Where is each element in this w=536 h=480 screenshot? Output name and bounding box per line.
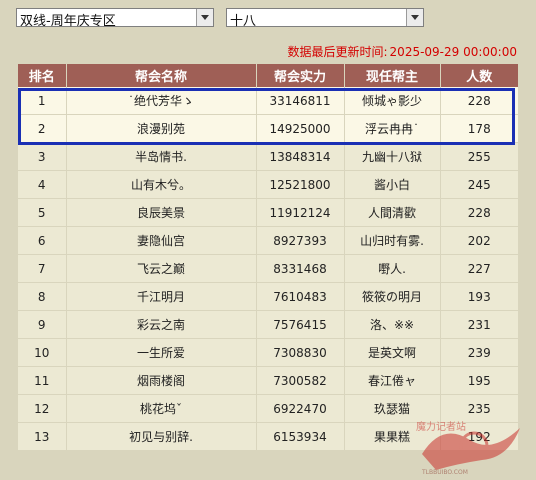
cell-members: 228 <box>440 87 518 115</box>
table-row: 7 飞云之巅 8331468 嘢人. 227 <box>18 254 518 283</box>
cell-rank: 7 <box>18 254 67 283</box>
cell-leader: 嘢人. <box>344 254 441 283</box>
cell-guild-name: 烟雨楼阁 <box>66 366 257 395</box>
cell-rank: 11 <box>18 366 67 395</box>
cell-guild-name: ˙绝代芳华ゝ <box>66 87 257 115</box>
cell-guild-power: 8927393 <box>256 226 345 255</box>
cell-rank: 6 <box>18 226 67 255</box>
cell-guild-name: 桃花坞ˇ <box>66 394 257 423</box>
chevron-down-icon[interactable] <box>196 9 213 26</box>
watermark-logo: 魔力记者站 TLBBUIBO.COM <box>416 420 520 476</box>
cell-guild-name: 一生所爱 <box>66 338 257 367</box>
cell-rank: 3 <box>18 142 67 171</box>
group-select[interactable]: 十八 <box>226 8 424 29</box>
table-row: 6 妻隐仙宫 8927393 山归时有雾. 202 <box>18 226 518 255</box>
cell-guild-name: 半岛情书. <box>66 142 257 171</box>
table-row: 2 浪漫别苑 14925000 浮云冉冉˙ 178 <box>18 114 518 143</box>
table-row: 1 ˙绝代芳华ゝ 33146811 倾城ゃ影少 228 <box>18 87 518 115</box>
guild-ranking-table: 排名 帮会名称 帮会实力 现任帮主 人数 1 ˙绝代芳华ゝ 33146811 倾城ゃ影… <box>18 64 518 451</box>
cell-rank: 13 <box>18 422 67 451</box>
cell-guild-name: 妻隐仙宫 <box>66 226 257 255</box>
table-row: 8 千江明月 7610483 筱筱の明月 193 <box>18 282 518 311</box>
cell-members: 245 <box>440 170 518 199</box>
cell-guild-power: 7300582 <box>256 366 345 395</box>
cell-rank: 12 <box>18 394 67 423</box>
cell-guild-power: 7610483 <box>256 282 345 311</box>
server-select[interactable]: 双线-周年庆专区 <box>16 8 214 29</box>
cell-guild-power: 8331468 <box>256 254 345 283</box>
cell-members: 193 <box>440 282 518 311</box>
cell-rank: 5 <box>18 198 67 227</box>
table-row: 4 山有木兮。 12521800 酱小白 245 <box>18 170 518 199</box>
column-header-members: 人数 <box>440 64 518 87</box>
table-row: 11 烟雨楼阁 7300582 春江倦ャ 195 <box>18 366 518 395</box>
cell-leader: 是英文啊 <box>344 338 441 367</box>
cell-guild-power: 7308830 <box>256 338 345 367</box>
cell-members: 231 <box>440 310 518 339</box>
cell-guild-name: 千江明月 <box>66 282 257 311</box>
cell-guild-power: 12521800 <box>256 170 345 199</box>
cell-members: 255 <box>440 142 518 171</box>
cell-members: 239 <box>440 338 518 367</box>
cell-guild-name: 浪漫别苑 <box>66 114 257 143</box>
cell-members: 178 <box>440 114 518 143</box>
cell-members: 227 <box>440 254 518 283</box>
cell-rank: 2 <box>18 114 67 143</box>
cell-guild-power: 6922470 <box>256 394 345 423</box>
column-header-guild-power: 帮会实力 <box>256 64 345 87</box>
column-header-leader: 现任帮主 <box>344 64 441 87</box>
cell-guild-power: 13848314 <box>256 142 345 171</box>
group-select-value: 十八 <box>230 14 257 29</box>
cell-members: 195 <box>440 366 518 395</box>
cell-leader: 酱小白 <box>344 170 441 199</box>
cell-leader: 春江倦ャ <box>344 366 441 395</box>
cell-rank: 9 <box>18 310 67 339</box>
cell-guild-power: 33146811 <box>256 87 345 115</box>
update-time: 数据最后更新时间: 2025-09-29 00:00:00 <box>288 43 518 60</box>
cell-rank: 10 <box>18 338 67 367</box>
cell-guild-power: 6153934 <box>256 422 345 451</box>
cell-guild-name: 初见与别辞. <box>66 422 257 451</box>
cell-guild-power: 7576415 <box>256 310 345 339</box>
cell-leader: 洛、※※ <box>344 310 441 339</box>
table-row: 3 半岛情书. 13848314 九幽十八狱 255 <box>18 142 518 171</box>
chevron-down-icon[interactable] <box>406 9 423 26</box>
cell-guild-power: 14925000 <box>256 114 345 143</box>
watermark-subtext: TLBBUIBO.COM <box>421 469 468 476</box>
cell-leader: 九幽十八狱 <box>344 142 441 171</box>
cell-members: 202 <box>440 226 518 255</box>
cell-rank: 4 <box>18 170 67 199</box>
cell-guild-name: 彩云之南 <box>66 310 257 339</box>
table-row: 9 彩云之南 7576415 洛、※※ 231 <box>18 310 518 339</box>
cell-leader: 山归时有雾. <box>344 226 441 255</box>
cell-leader: 倾城ゃ影少 <box>344 87 441 115</box>
cell-rank: 8 <box>18 282 67 311</box>
cell-leader: 筱筱の明月 <box>344 282 441 311</box>
update-time-value: 2025-09-29 00:00:00 <box>389 45 517 59</box>
cell-leader: 人間清歡 <box>344 198 441 227</box>
column-header-rank: 排名 <box>18 64 67 87</box>
update-time-label: 数据最后更新时间: <box>287 45 388 59</box>
cell-guild-name: 飞云之巅 <box>66 254 257 283</box>
column-header-guild-name: 帮会名称 <box>66 64 257 87</box>
server-select-value: 双线-周年庆专区 <box>20 14 116 29</box>
cell-leader: 浮云冉冉˙ <box>344 114 441 143</box>
cell-members: 228 <box>440 198 518 227</box>
cell-guild-name: 山有木兮。 <box>66 170 257 199</box>
cell-rank: 1 <box>18 87 67 115</box>
table-row: 10 一生所爱 7308830 是英文啊 239 <box>18 338 518 367</box>
table-header-row: 排名 帮会名称 帮会实力 现任帮主 人数 <box>18 64 518 87</box>
table-row: 5 良辰美景 11912124 人間清歡 228 <box>18 198 518 227</box>
cell-guild-name: 良辰美景 <box>66 198 257 227</box>
watermark-text: 魔力记者站 <box>416 420 466 433</box>
cell-guild-power: 11912124 <box>256 198 345 227</box>
